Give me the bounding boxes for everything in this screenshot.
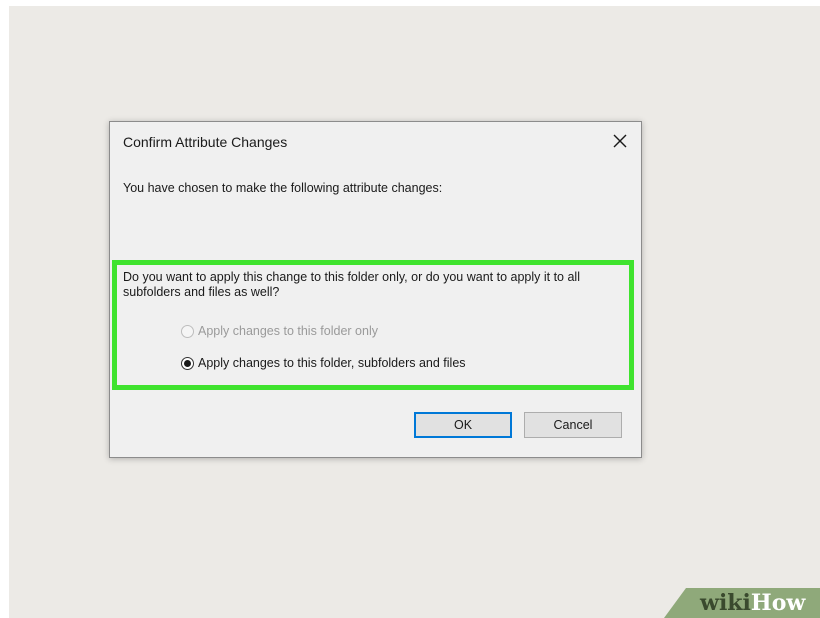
intro-text: You have chosen to make the following at…: [123, 181, 443, 195]
radio-folder-subfolders-files-label: Apply changes to this folder, subfolders…: [198, 356, 466, 370]
wikihow-logo-wiki: wiki: [700, 590, 751, 616]
radio-button-unselected[interactable]: [181, 324, 194, 338]
wikihow-logo: wikiHow: [700, 589, 805, 617]
confirm-attribute-changes-dialog: Confirm Attribute Changes You have chose…: [109, 121, 642, 458]
radio-folder-only-label: Apply changes to this folder only: [198, 324, 378, 338]
close-icon[interactable]: [609, 130, 631, 152]
question-text: Do you want to apply this change to this…: [123, 270, 580, 299]
radio-folder-subfolders-files[interactable]: Apply changes to this folder, subfolders…: [181, 356, 466, 370]
dialog-title: Confirm Attribute Changes: [123, 134, 288, 150]
ok-button[interactable]: OK: [414, 412, 512, 438]
radio-folder-only[interactable]: Apply changes to this folder only: [181, 324, 378, 338]
cancel-button[interactable]: Cancel: [524, 412, 622, 438]
radio-button-selected[interactable]: [181, 356, 194, 370]
wikihow-logo-how: How: [750, 590, 806, 616]
